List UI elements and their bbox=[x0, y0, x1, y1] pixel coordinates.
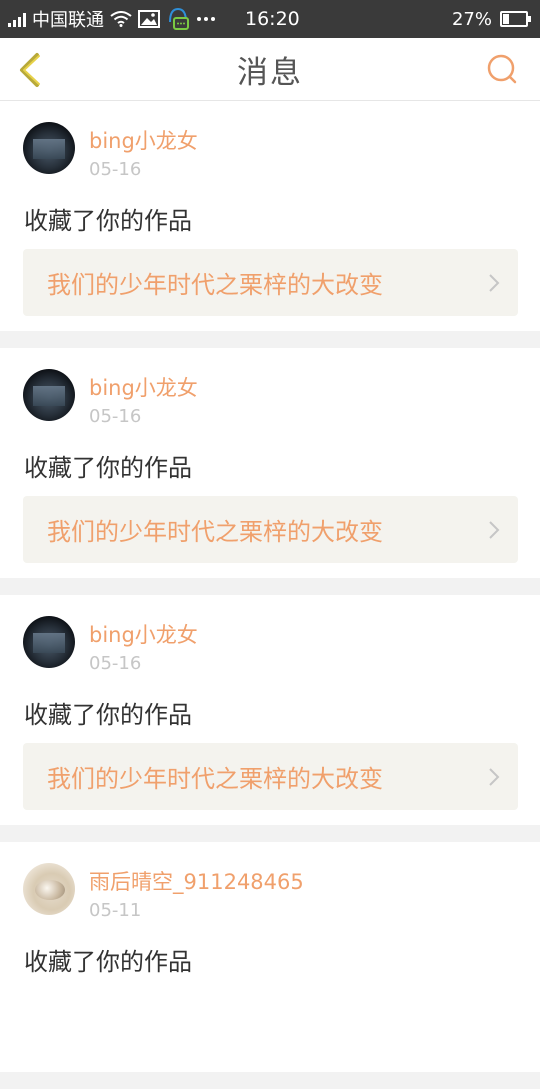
message-date: 05-16 bbox=[89, 159, 142, 180]
status-right: 27% bbox=[451, 0, 531, 38]
avatar[interactable] bbox=[23, 369, 75, 421]
clock-time: 16:20 bbox=[245, 8, 300, 30]
message-date: 05-11 bbox=[89, 900, 142, 921]
work-title: 我们的少年时代之栗梓的大改变 bbox=[47, 518, 383, 546]
message-date: 05-16 bbox=[89, 406, 142, 427]
chevron-right-icon bbox=[488, 496, 500, 563]
status-left: 中国联通 bbox=[8, 0, 216, 38]
username[interactable]: bing小龙女 bbox=[89, 125, 198, 155]
wifi-icon bbox=[110, 11, 132, 27]
battery-icon bbox=[500, 11, 531, 27]
message-card: 雨后晴空_911248465 05-11 收藏了你的作品 bbox=[0, 842, 540, 1072]
signal-icon bbox=[8, 11, 26, 27]
avatar[interactable] bbox=[23, 122, 75, 174]
nav-bar: 消息 bbox=[0, 38, 540, 101]
username[interactable]: bing小龙女 bbox=[89, 619, 198, 649]
message-card: bing小龙女 05-16 收藏了你的作品 我们的少年时代之栗梓的大改变 bbox=[0, 595, 540, 825]
work-title: 我们的少年时代之栗梓的大改变 bbox=[47, 271, 383, 299]
message-card: bing小龙女 05-16 收藏了你的作品 我们的少年时代之栗梓的大改变 bbox=[0, 348, 540, 578]
status-bar: 中国联通 16:20 27% bbox=[0, 0, 540, 38]
work-link[interactable]: 我们的少年时代之栗梓的大改变 bbox=[23, 743, 518, 810]
username[interactable]: 雨后晴空_911248465 bbox=[89, 866, 304, 896]
username[interactable]: bing小龙女 bbox=[89, 372, 198, 402]
message-date: 05-16 bbox=[89, 653, 142, 674]
message-list: bing小龙女 05-16 收藏了你的作品 我们的少年时代之栗梓的大改变 bin… bbox=[0, 101, 540, 1089]
action-text: 收藏了你的作品 bbox=[24, 207, 192, 235]
chat-notification-icon bbox=[166, 6, 190, 32]
avatar[interactable] bbox=[23, 616, 75, 668]
work-link[interactable]: 我们的少年时代之栗梓的大改变 bbox=[23, 249, 518, 316]
image-icon bbox=[138, 10, 160, 28]
chevron-right-icon bbox=[488, 249, 500, 316]
work-title: 我们的少年时代之栗梓的大改变 bbox=[47, 765, 383, 793]
action-text: 收藏了你的作品 bbox=[24, 454, 192, 482]
more-notifications-icon bbox=[196, 16, 216, 22]
battery-percent: 27% bbox=[451, 8, 492, 30]
search-icon bbox=[487, 54, 517, 84]
carrier-label: 中国联通 bbox=[32, 10, 104, 31]
chevron-right-icon bbox=[488, 743, 500, 810]
message-card: bing小龙女 05-16 收藏了你的作品 我们的少年时代之栗梓的大改变 bbox=[0, 101, 540, 331]
avatar[interactable] bbox=[23, 863, 75, 915]
action-text: 收藏了你的作品 bbox=[24, 701, 192, 729]
page-title: 消息 bbox=[237, 54, 303, 91]
search-button[interactable] bbox=[484, 51, 520, 87]
work-link[interactable]: 我们的少年时代之栗梓的大改变 bbox=[23, 496, 518, 563]
